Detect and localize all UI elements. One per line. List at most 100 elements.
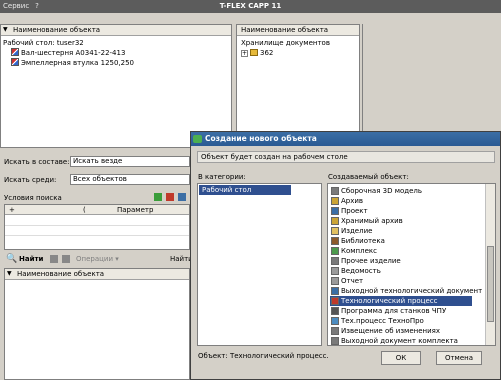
row-divider [5, 235, 189, 236]
object-item-label: Сборочная 3D модель [341, 187, 423, 195]
search-icon: 🔍 [6, 254, 18, 264]
title-bar: Сервис ? T-FLEX CAPP 11 [0, 0, 501, 13]
dialog-title-bar: Создание нового объекта [191, 132, 500, 146]
cancel-button[interactable]: Отмена [436, 351, 482, 365]
object-item-label: Выходной технологический документ [341, 287, 483, 295]
column-header-label: Наименование объекта [13, 26, 101, 34]
object-list-scrollbar[interactable] [485, 184, 495, 345]
storage-tree-panel[interactable]: Наименование объекта Хранилище документо… [236, 24, 360, 148]
desktop-tree-panel[interactable]: ▼ Наименование объекта Рабочий стол: tus… [0, 24, 232, 148]
search-panel: Искать в составе: Искать везде Искать ср… [0, 152, 193, 380]
object-item[interactable]: Извещение об изменениях [330, 326, 472, 336]
object-type-icon [331, 187, 339, 195]
part-icon [11, 48, 19, 56]
object-item[interactable]: Изделие [330, 226, 472, 236]
object-item[interactable]: Отчет [330, 276, 472, 286]
object-item-label: Технологический процесс [341, 297, 438, 305]
object-item-label: Ведомость [341, 267, 381, 275]
column-header[interactable]: ▼ Наименование объекта [1, 25, 231, 36]
search-among-select[interactable]: Всех объектов [70, 174, 190, 185]
tree-root[interactable]: Рабочий стол: tuser32 [3, 38, 84, 48]
object-item-label: Отчет [341, 277, 364, 285]
object-type-icon [331, 247, 339, 255]
folder-icon [250, 49, 258, 56]
object-item-label: Проект [341, 207, 368, 215]
sort-arrow-icon: ▼ [3, 26, 8, 33]
object-type-icon [331, 297, 339, 305]
search-toolbar: 🔍 Найти Операции ▾ Найти [0, 252, 193, 266]
object-item[interactable]: Ведомость [330, 266, 472, 276]
category-item[interactable]: Рабочий стол [199, 185, 291, 195]
right-workspace [362, 24, 501, 148]
object-item[interactable]: Сборочная 3D модель [330, 186, 472, 196]
object-item[interactable]: Технологический процесс [330, 296, 472, 306]
results-list[interactable]: ▼ Наименование объекта [4, 268, 190, 380]
category-list[interactable]: Рабочий стол [197, 183, 322, 346]
tree-item-label: Вал-шестерня A0341-22-413 [21, 49, 126, 57]
object-item-label: Библиотека [341, 237, 385, 245]
object-type-icon [331, 337, 339, 345]
document-icon[interactable] [62, 255, 70, 263]
object-item[interactable]: Библиотека [330, 236, 472, 246]
add-condition-icon[interactable] [154, 193, 162, 201]
object-item[interactable]: Хранимый архив [330, 216, 472, 226]
object-item-label: Выходной документ комплекта [341, 337, 458, 345]
row-divider [5, 225, 189, 226]
object-type-icon [331, 277, 339, 285]
tree-item[interactable]: Вал-шестерня A0341-22-413 [11, 48, 125, 58]
object-type-icon [331, 197, 339, 205]
tree-item[interactable]: Эмпеллерная втулка 1250,250 [11, 58, 134, 68]
find-button[interactable]: Найти [19, 254, 43, 264]
object-type-icon [331, 307, 339, 315]
object-item[interactable]: Архив [330, 196, 472, 206]
object-item[interactable]: Комплекс [330, 246, 472, 256]
object-type-icon [331, 287, 339, 295]
search-in-select[interactable]: Искать везде [70, 156, 190, 167]
object-type-icon [331, 237, 339, 245]
ok-button[interactable]: ОК [381, 351, 421, 365]
conditions-table[interactable]: + ( Параметр [4, 204, 190, 250]
object-item[interactable]: Проект [330, 206, 472, 216]
object-item-label: Тех.процесс ТехноПро [341, 317, 424, 325]
object-item[interactable]: Тех.процесс ТехноПро [330, 316, 472, 326]
object-item-label: Программа для станков ЧПУ [341, 307, 447, 315]
object-item-label: Хранимый архив [341, 217, 403, 225]
tree-item-label: 362 [260, 49, 274, 57]
results-header[interactable]: ▼ Наименование объекта [5, 269, 189, 280]
object-type-icon [331, 217, 339, 225]
sort-arrow-icon: ▼ [7, 270, 12, 277]
search-among-label: Искать среди: [4, 176, 57, 184]
operations-button[interactable]: Операции ▾ [76, 254, 119, 264]
col-parameter: Параметр [117, 206, 154, 214]
tree-root[interactable]: Хранилище документов [241, 38, 330, 48]
tree-item[interactable]: +362 [241, 48, 273, 58]
scrollbar-thumb[interactable] [487, 246, 494, 322]
object-item[interactable]: Выходной технологический документ [330, 286, 482, 296]
tree-item-label: Эмпеллерная втулка 1250,250 [21, 59, 135, 67]
app-title: T-FLEX CAPP 11 [219, 2, 282, 10]
dialog-status: Объект: Технологический процесс. [198, 352, 329, 360]
object-type-icon [331, 257, 339, 265]
search-in-label: Искать в составе: [4, 158, 70, 166]
dialog-notice: Объект будет создан на рабочем столе [197, 151, 495, 163]
column-header-label: Наименование объекта [241, 26, 329, 34]
object-item-label: Прочее изделие [341, 257, 401, 265]
conditions-header: + ( Параметр [5, 205, 189, 215]
object-item[interactable]: Выходной документ комплекта [330, 336, 472, 345]
document-icon[interactable] [50, 255, 58, 263]
object-item-label: Архив [341, 197, 364, 205]
object-item-label: Извещение об изменениях [341, 327, 440, 335]
results-header-label: Наименование объекта [17, 270, 105, 278]
object-item[interactable]: Прочее изделие [330, 256, 472, 266]
object-item-label: Комплекс [341, 247, 377, 255]
column-header[interactable]: Наименование объекта [237, 25, 359, 36]
conditions-label: Условия поиска [4, 194, 62, 202]
object-list[interactable]: Сборочная 3D модель Архив Проект Хранимый а… [327, 183, 496, 346]
part-icon [11, 58, 19, 66]
delete-condition-icon[interactable] [166, 193, 174, 201]
table-icon[interactable] [178, 193, 186, 201]
object-item[interactable]: Программа для станков ЧПУ [330, 306, 472, 316]
object-type-icon [331, 207, 339, 215]
expand-icon[interactable]: + [241, 50, 248, 57]
col-plus: + [9, 206, 15, 214]
